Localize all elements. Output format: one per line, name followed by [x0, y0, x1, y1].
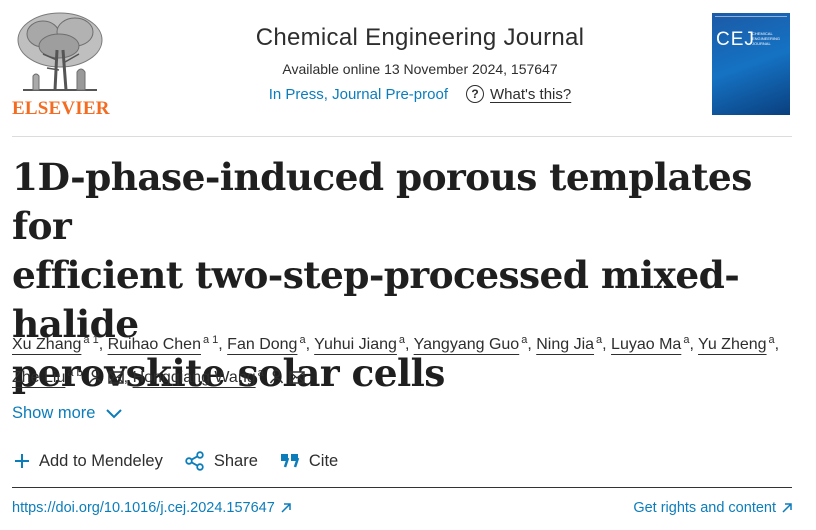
- author[interactable]: Xu Zhang a 1: [12, 334, 99, 353]
- external-link-icon: [782, 503, 792, 513]
- share-button[interactable]: Share: [185, 451, 258, 471]
- journal-cover[interactable]: CEJ CHEMICAL ENGINEERING JOURNAL: [712, 13, 790, 115]
- author-affiliation[interactable]: a 1: [83, 334, 98, 346]
- author-list: Xu Zhang a 1, Ruihao Chen a 1, Fan Dong a, …: [12, 334, 780, 386]
- article-header: ELSEVIER Chemical Engineering Journal Av…: [0, 0, 816, 137]
- author-name[interactable]: Fan Dong: [227, 336, 297, 353]
- journal-info: Chemical Engineering Journal Available o…: [180, 24, 660, 103]
- cover-top-line: [715, 16, 787, 20]
- author-name[interactable]: Ruihao Chen: [108, 336, 201, 353]
- status-row: In Press, Journal Pre-proof ? What's thi…: [180, 85, 660, 103]
- author[interactable]: Fan Dong a: [227, 334, 305, 353]
- quote-icon: [280, 454, 300, 468]
- author[interactable]: Yangyang Guo a: [414, 334, 528, 353]
- author-affiliation[interactable]: a: [399, 334, 405, 346]
- author-name[interactable]: Zhe Liu: [12, 369, 65, 386]
- author-affiliation[interactable]: a: [299, 334, 305, 346]
- journal-title[interactable]: Chemical Engineering Journal: [180, 24, 660, 52]
- cover-journal-name: CHEMICAL ENGINEERING JOURNAL: [752, 31, 781, 46]
- author-name[interactable]: Hongqiang Wang: [133, 369, 256, 386]
- author-affiliation[interactable]: a: [769, 334, 775, 346]
- rights-label: Get rights and content: [633, 500, 776, 516]
- author-name[interactable]: Luyao Ma: [611, 336, 681, 353]
- cite-label: Cite: [308, 451, 339, 470]
- email-icon[interactable]: [288, 371, 305, 384]
- plus-icon: [15, 454, 29, 468]
- author-affiliation[interactable]: a: [521, 334, 527, 346]
- cover-abbreviation: CEJ: [716, 29, 755, 50]
- share-label: Share: [213, 451, 258, 470]
- email-icon[interactable]: [107, 371, 124, 384]
- add-to-mendeley-label: Add to Mendeley: [39, 451, 163, 470]
- author-name[interactable]: Ning Jia: [536, 336, 594, 353]
- author-affiliation[interactable]: a 1: [203, 334, 218, 346]
- external-link-icon: [281, 503, 291, 513]
- chevron-down-icon: [106, 408, 123, 418]
- doi-link[interactable]: https://doi.org/10.1016/j.cej.2024.15764…: [12, 500, 291, 516]
- author-name[interactable]: Yangyang Guo: [414, 336, 520, 353]
- doi-label: https://doi.org/10.1016/j.cej.2024.15764…: [12, 500, 275, 516]
- whats-this-button[interactable]: ? What's this?: [466, 85, 571, 103]
- person-icon[interactable]: [88, 369, 103, 384]
- author[interactable]: Luyao Ma a: [611, 334, 689, 353]
- header-divider: [12, 136, 792, 137]
- author[interactable]: Yuhui Jiang a: [314, 334, 405, 353]
- person-icon[interactable]: [269, 369, 284, 384]
- show-more-button[interactable]: Show more: [12, 404, 123, 423]
- author-name[interactable]: Xu Zhang: [12, 336, 81, 353]
- add-to-mendeley-button[interactable]: Add to Mendeley: [14, 452, 163, 471]
- author-name[interactable]: Yu Zheng: [698, 336, 767, 353]
- author[interactable]: Hongqiang Wang a: [133, 367, 305, 386]
- author-name[interactable]: Yuhui Jiang: [314, 336, 397, 353]
- author-affiliation[interactable]: a: [683, 334, 689, 346]
- show-more-label: Show more: [12, 404, 96, 422]
- availability-text: Available online 13 November 2024, 15764…: [282, 61, 558, 77]
- tree-of-knowledge-icon: [13, 10, 107, 98]
- cite-button[interactable]: Cite: [280, 452, 338, 471]
- author-affiliation[interactable]: a: [258, 367, 264, 379]
- rights-link[interactable]: Get rights and content: [633, 500, 792, 516]
- whats-this-label: What's this?: [490, 85, 572, 103]
- author[interactable]: Yu Zheng a: [698, 334, 775, 353]
- share-icon: [185, 451, 204, 471]
- actions-divider: [12, 487, 792, 488]
- author[interactable]: Zhe Liu a b: [12, 367, 124, 386]
- author-affiliation[interactable]: a: [596, 334, 602, 346]
- author[interactable]: Ning Jia a: [536, 334, 602, 353]
- in-press-link[interactable]: In Press, Journal Pre-proof: [269, 86, 448, 103]
- author-affiliation[interactable]: a b: [67, 367, 82, 379]
- elsevier-wordmark: ELSEVIER: [12, 98, 110, 119]
- elsevier-logo[interactable]: ELSEVIER: [10, 10, 110, 120]
- question-icon: ?: [466, 85, 484, 103]
- article-title-line: 1D-phase-induced porous templates for: [12, 155, 752, 248]
- author[interactable]: Ruihao Chen a 1: [108, 334, 219, 353]
- article-actions: Add to Mendeley Share Cite: [14, 451, 360, 471]
